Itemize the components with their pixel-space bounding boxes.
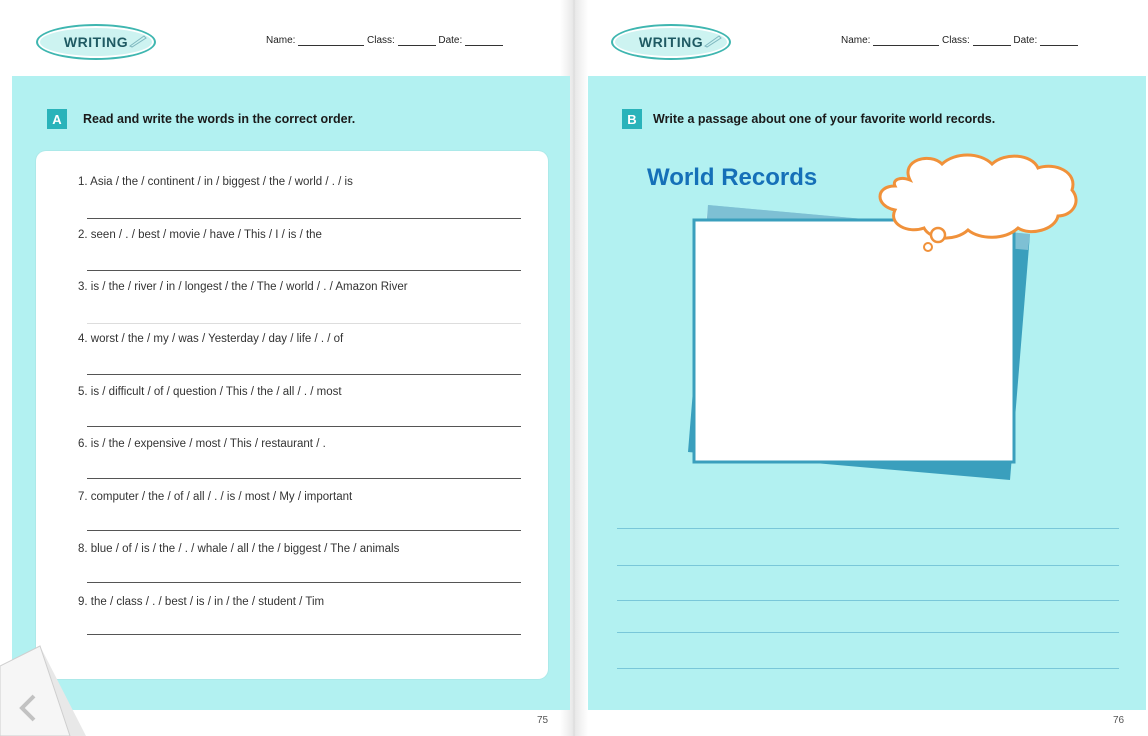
writing-badge-left: WRITING: [36, 24, 156, 60]
page-number-left: 75: [537, 715, 549, 726]
question-2: 2. seen / . / best / movie / have / This…: [78, 229, 322, 241]
pen-icon: [704, 35, 722, 48]
name-label: Name:: [841, 35, 871, 46]
page-number-right: 76: [1113, 715, 1125, 726]
section-a-instruction: Read and write the words in the correct …: [83, 112, 356, 126]
section-b-instruction: Write a passage about one of your favori…: [653, 112, 996, 126]
answer-line-5[interactable]: [87, 426, 521, 427]
section-a-badge: A: [47, 109, 67, 129]
student-info-left: Name: Class: Date:: [266, 35, 504, 46]
question-6: 6. is / the / expensive / most / This / …: [78, 438, 326, 450]
question-7: 7. computer / the / of / all / . / is / …: [78, 491, 353, 503]
answer-line-7[interactable]: [87, 530, 521, 531]
class-blank[interactable]: [972, 35, 1011, 46]
answer-line-6[interactable]: [87, 478, 521, 479]
name-blank[interactable]: [873, 35, 940, 46]
date-blank[interactable]: [1040, 35, 1079, 46]
photo-frame: [692, 218, 1016, 464]
question-3: 3. is / the / river / in / longest / the…: [78, 281, 408, 293]
question-4: 4. worst / the / my / was / Yesterday / …: [78, 333, 344, 345]
answer-line-8[interactable]: [87, 582, 521, 583]
class-label: Class:: [367, 35, 395, 46]
name-blank[interactable]: [298, 35, 365, 46]
date-blank[interactable]: [465, 35, 504, 46]
student-info-right: Name: Class: Date:: [841, 35, 1079, 46]
writing-line-2[interactable]: [617, 565, 1119, 566]
question-1: 1. Asia / the / continent / in / biggest…: [78, 176, 353, 188]
pen-icon: [129, 35, 147, 48]
thought-cloud-icon: [878, 153, 1078, 240]
name-label: Name:: [266, 35, 296, 46]
answer-line-9[interactable]: [87, 634, 521, 635]
section-b-badge: B: [622, 109, 642, 129]
writing-badge-right: WRITING: [611, 24, 731, 60]
writing-badge-label: WRITING: [638, 34, 704, 50]
writing-badge-label: WRITING: [63, 34, 129, 50]
question-9: 9. the / class / . / best / is / in / th…: [78, 596, 325, 608]
date-label: Date:: [438, 35, 463, 46]
photo-frame-illustration: [688, 153, 1078, 480]
answer-line-1[interactable]: [87, 218, 521, 219]
writing-line-3[interactable]: [617, 600, 1119, 601]
class-blank[interactable]: [397, 35, 436, 46]
class-label: Class:: [942, 35, 970, 46]
page-curl-back-button[interactable]: [0, 636, 86, 736]
writing-line-5[interactable]: [617, 668, 1119, 669]
question-5: 5. is / difficult / of / question / This…: [78, 386, 342, 398]
writing-line-1[interactable]: [617, 528, 1119, 529]
answer-line-3[interactable]: [87, 323, 521, 324]
answer-line-4[interactable]: [87, 374, 521, 375]
answer-line-2[interactable]: [87, 270, 521, 271]
writing-line-4[interactable]: [617, 632, 1119, 633]
question-8: 8. blue / of / is / the / . / whale / al…: [78, 543, 400, 555]
date-label: Date:: [1013, 35, 1038, 46]
